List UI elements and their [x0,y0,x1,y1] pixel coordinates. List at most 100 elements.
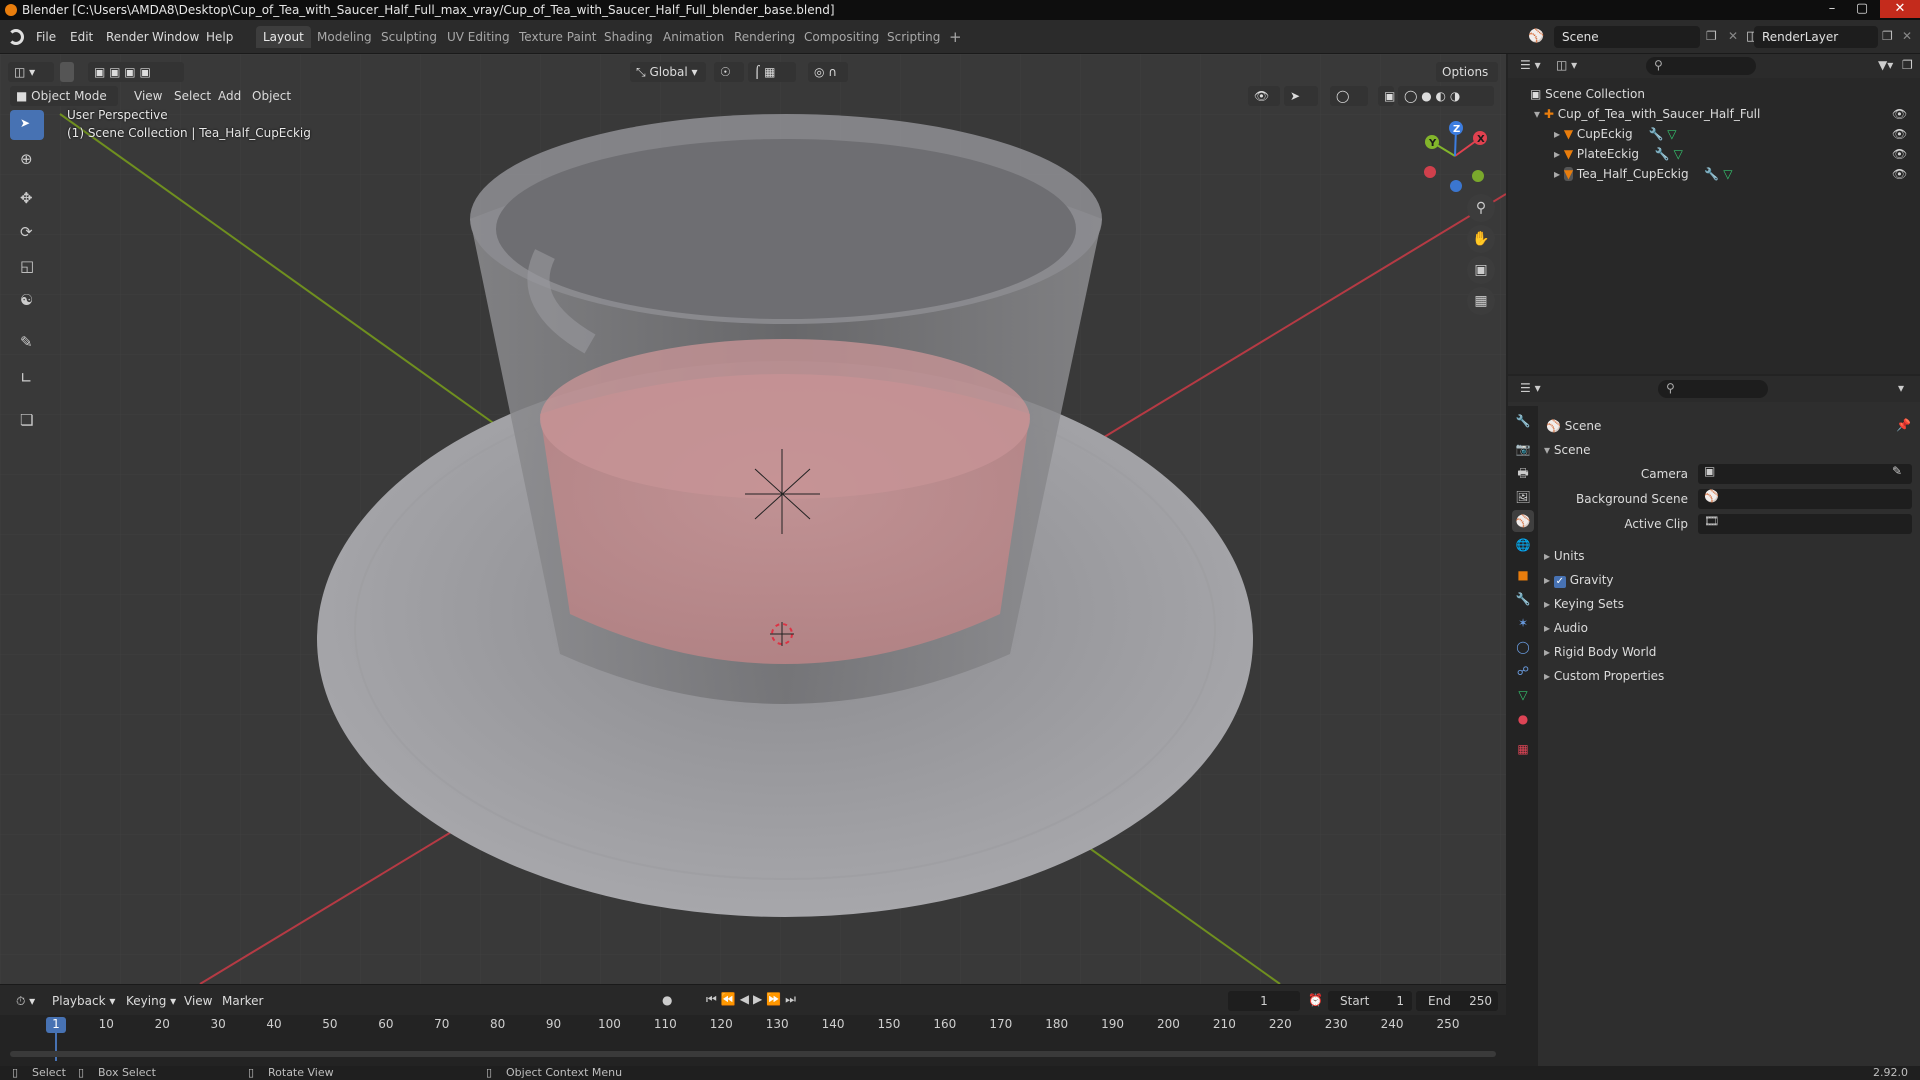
xray-toggle-icon[interactable]: ▣ [1378,86,1395,106]
outliner-row-object[interactable]: ▸ ▼ PlateEckig 🔧 ▽ 👁 [1508,144,1920,164]
menu-view[interactable]: View [128,86,168,106]
physics-tab-icon[interactable]: ◯ [1512,636,1534,658]
render-tab-icon[interactable]: 📷 [1512,438,1534,460]
proportional-edit-button[interactable]: ◎ ∩ [808,62,848,82]
menu-window[interactable]: Window [146,27,205,47]
navigation-gizmo[interactable] [1410,114,1490,194]
copy-render-layer-icon[interactable]: ❐ [1882,29,1893,43]
tab-uv-editing[interactable]: UV Editing [440,26,517,48]
output-tab-icon[interactable]: 🖶 [1512,462,1534,484]
outliner-row-scene-collection[interactable]: ▣ Scene Collection [1508,84,1920,104]
properties-search-input[interactable]: ⚲ [1658,380,1768,398]
mode-selector[interactable]: ■ Object Mode ▾ [10,86,118,123]
add-workspace-button[interactable]: + [942,26,969,48]
tab-modeling[interactable]: Modeling [310,26,379,48]
panel-units[interactable]: ▸ Units [1544,546,1585,566]
menu-file[interactable]: File [30,27,62,47]
minimize-button[interactable]: – [1818,0,1846,18]
scene-tab-icon[interactable]: ⚾ [1512,510,1534,532]
copy-scene-icon[interactable]: ❐ [1706,29,1717,43]
3d-viewport[interactable]: ◫ ▾ ▣ ▣ ▣ ▣ ⤡ Global ▾ ☉ ⌠ ▦ ◎ ∩ Options… [0,54,1506,984]
panel-custom-properties[interactable]: ▸ Custom Properties [1544,666,1664,686]
mesh-data-tab-icon[interactable]: ▽ [1512,684,1534,706]
eye-icon[interactable]: 👁 [1892,107,1907,121]
outliner-search-input[interactable]: ⚲ [1646,57,1756,75]
pivot-point-button[interactable]: ☉ [714,62,744,82]
visibility-toggle-icon[interactable]: 👁 [1248,86,1280,106]
options-button[interactable]: Options ▾ [1436,62,1498,99]
eye-icon[interactable]: 👁 [1892,127,1907,141]
tab-layout[interactable]: Layout [256,26,311,48]
background-scene-field[interactable]: ⚾ [1698,489,1912,509]
panel-audio[interactable]: ▸ Audio [1544,618,1588,638]
maximize-button[interactable]: ▢ [1848,0,1876,18]
gravity-checkbox[interactable]: ✓ [1553,576,1566,588]
annotate-tool[interactable]: ✎ [10,328,44,358]
constraints-tab-icon[interactable]: ☍ [1512,660,1534,682]
close-button[interactable]: ✕ [1880,0,1920,18]
tab-animation[interactable]: Animation [656,26,731,48]
camera-field[interactable]: ▣ ✎ [1698,464,1912,484]
view-layer-tab-icon[interactable]: 🖼 [1512,486,1534,508]
tab-compositing[interactable]: Compositing [797,26,886,48]
eyedropper-icon[interactable]: ✎ [1892,464,1902,478]
properties-editor-icon[interactable]: ☰ ▾ [1520,381,1541,395]
add-cube-tool[interactable]: ❏ [10,406,44,436]
pan-hand-icon[interactable]: ✋ [1467,225,1495,253]
blender-menu-icon[interactable] [8,29,24,45]
transform-orientation[interactable]: ⤡ Global ▾ [630,62,706,82]
menu-add[interactable]: Add [212,86,247,106]
cursor-tool[interactable]: ⊕ [10,145,44,175]
tool-tab-icon[interactable]: 🔧 [1512,410,1534,432]
tab-texture-paint[interactable]: Texture Paint [512,26,603,48]
outliner-editor-icon[interactable]: ☰ ▾ [1520,58,1541,72]
new-collection-icon[interactable]: ❐ [1902,58,1913,72]
shading-mode-buttons[interactable]: ◯ ● ◐ ◑ [1398,86,1494,106]
outliner-row-object[interactable]: ▸ ▼ Tea_Half_CupEckig 🔧 ▽ 👁 [1508,164,1920,184]
eye-icon[interactable]: 👁 [1892,167,1907,181]
display-mode-icon[interactable]: ◫ ▾ [1556,58,1577,72]
camera-view-icon[interactable]: ▣ [1467,256,1495,284]
menu-object[interactable]: Object [246,86,297,106]
tab-sculpting[interactable]: Sculpting [374,26,444,48]
modifier-tab-icon[interactable]: 🔧 [1512,588,1534,610]
chevron-down-icon[interactable]: ▾ [1898,381,1904,395]
object-tab-icon[interactable]: ■ [1512,564,1534,586]
panel-keying-sets[interactable]: ▸ Keying Sets [1544,594,1624,614]
scene-panel-header[interactable]: ▾ Scene [1544,440,1590,460]
world-tab-icon[interactable]: 🌐 [1512,534,1534,556]
rotate-tool[interactable]: ⟳ [10,218,44,248]
tab-shading[interactable]: Shading [597,26,660,48]
delete-render-layer-icon[interactable]: ✕ [1902,29,1912,43]
menu-edit[interactable]: Edit [64,27,99,47]
tab-scripting[interactable]: Scripting [880,26,947,48]
particles-tab-icon[interactable]: ✶ [1512,612,1534,634]
render-layer-selector[interactable]: RenderLayer [1754,26,1878,48]
panel-gravity[interactable]: ▸ ✓ Gravity [1544,570,1614,590]
panel-rigid-body-world[interactable]: ▸ Rigid Body World [1544,642,1656,662]
editor-type-button[interactable]: ◫ ▾ [8,62,54,82]
pin-icon[interactable]: 📌 [1896,418,1911,432]
select-box-tool[interactable]: ➤ [10,110,44,140]
measure-tool[interactable]: ∟ [10,364,44,394]
select-mode-icon[interactable] [60,62,74,82]
zoom-icon[interactable]: ⚲ [1467,194,1495,222]
filter-icon[interactable]: ▼▾ [1878,58,1893,72]
delete-scene-icon[interactable]: ✕ [1728,29,1738,43]
move-tool[interactable]: ✥ [10,184,44,214]
ortho-grid-icon[interactable]: ▦ [1467,287,1495,315]
tab-rendering[interactable]: Rendering [727,26,802,48]
menu-help[interactable]: Help [200,27,239,47]
active-clip-field[interactable]: 🎞 [1698,514,1912,534]
selection-modes[interactable]: ▣ ▣ ▣ ▣ [88,62,184,82]
scale-tool[interactable]: ◱ [10,252,44,282]
eye-icon[interactable]: 👁 [1892,147,1907,161]
menu-select[interactable]: Select [168,86,217,106]
scene-selector[interactable]: Scene [1554,26,1700,48]
texture-tab-icon[interactable]: ▦ [1512,738,1534,760]
transform-tool[interactable]: ☯ [10,286,44,316]
outliner-row-collection[interactable]: ▾ ✚ Cup_of_Tea_with_Saucer_Half_Full 👁 [1508,104,1920,124]
snapping-button[interactable]: ⌠ ▦ [748,62,796,82]
material-tab-icon[interactable]: ● [1512,708,1534,730]
gizmo-toggle-icon[interactable]: ➤ [1284,86,1318,106]
